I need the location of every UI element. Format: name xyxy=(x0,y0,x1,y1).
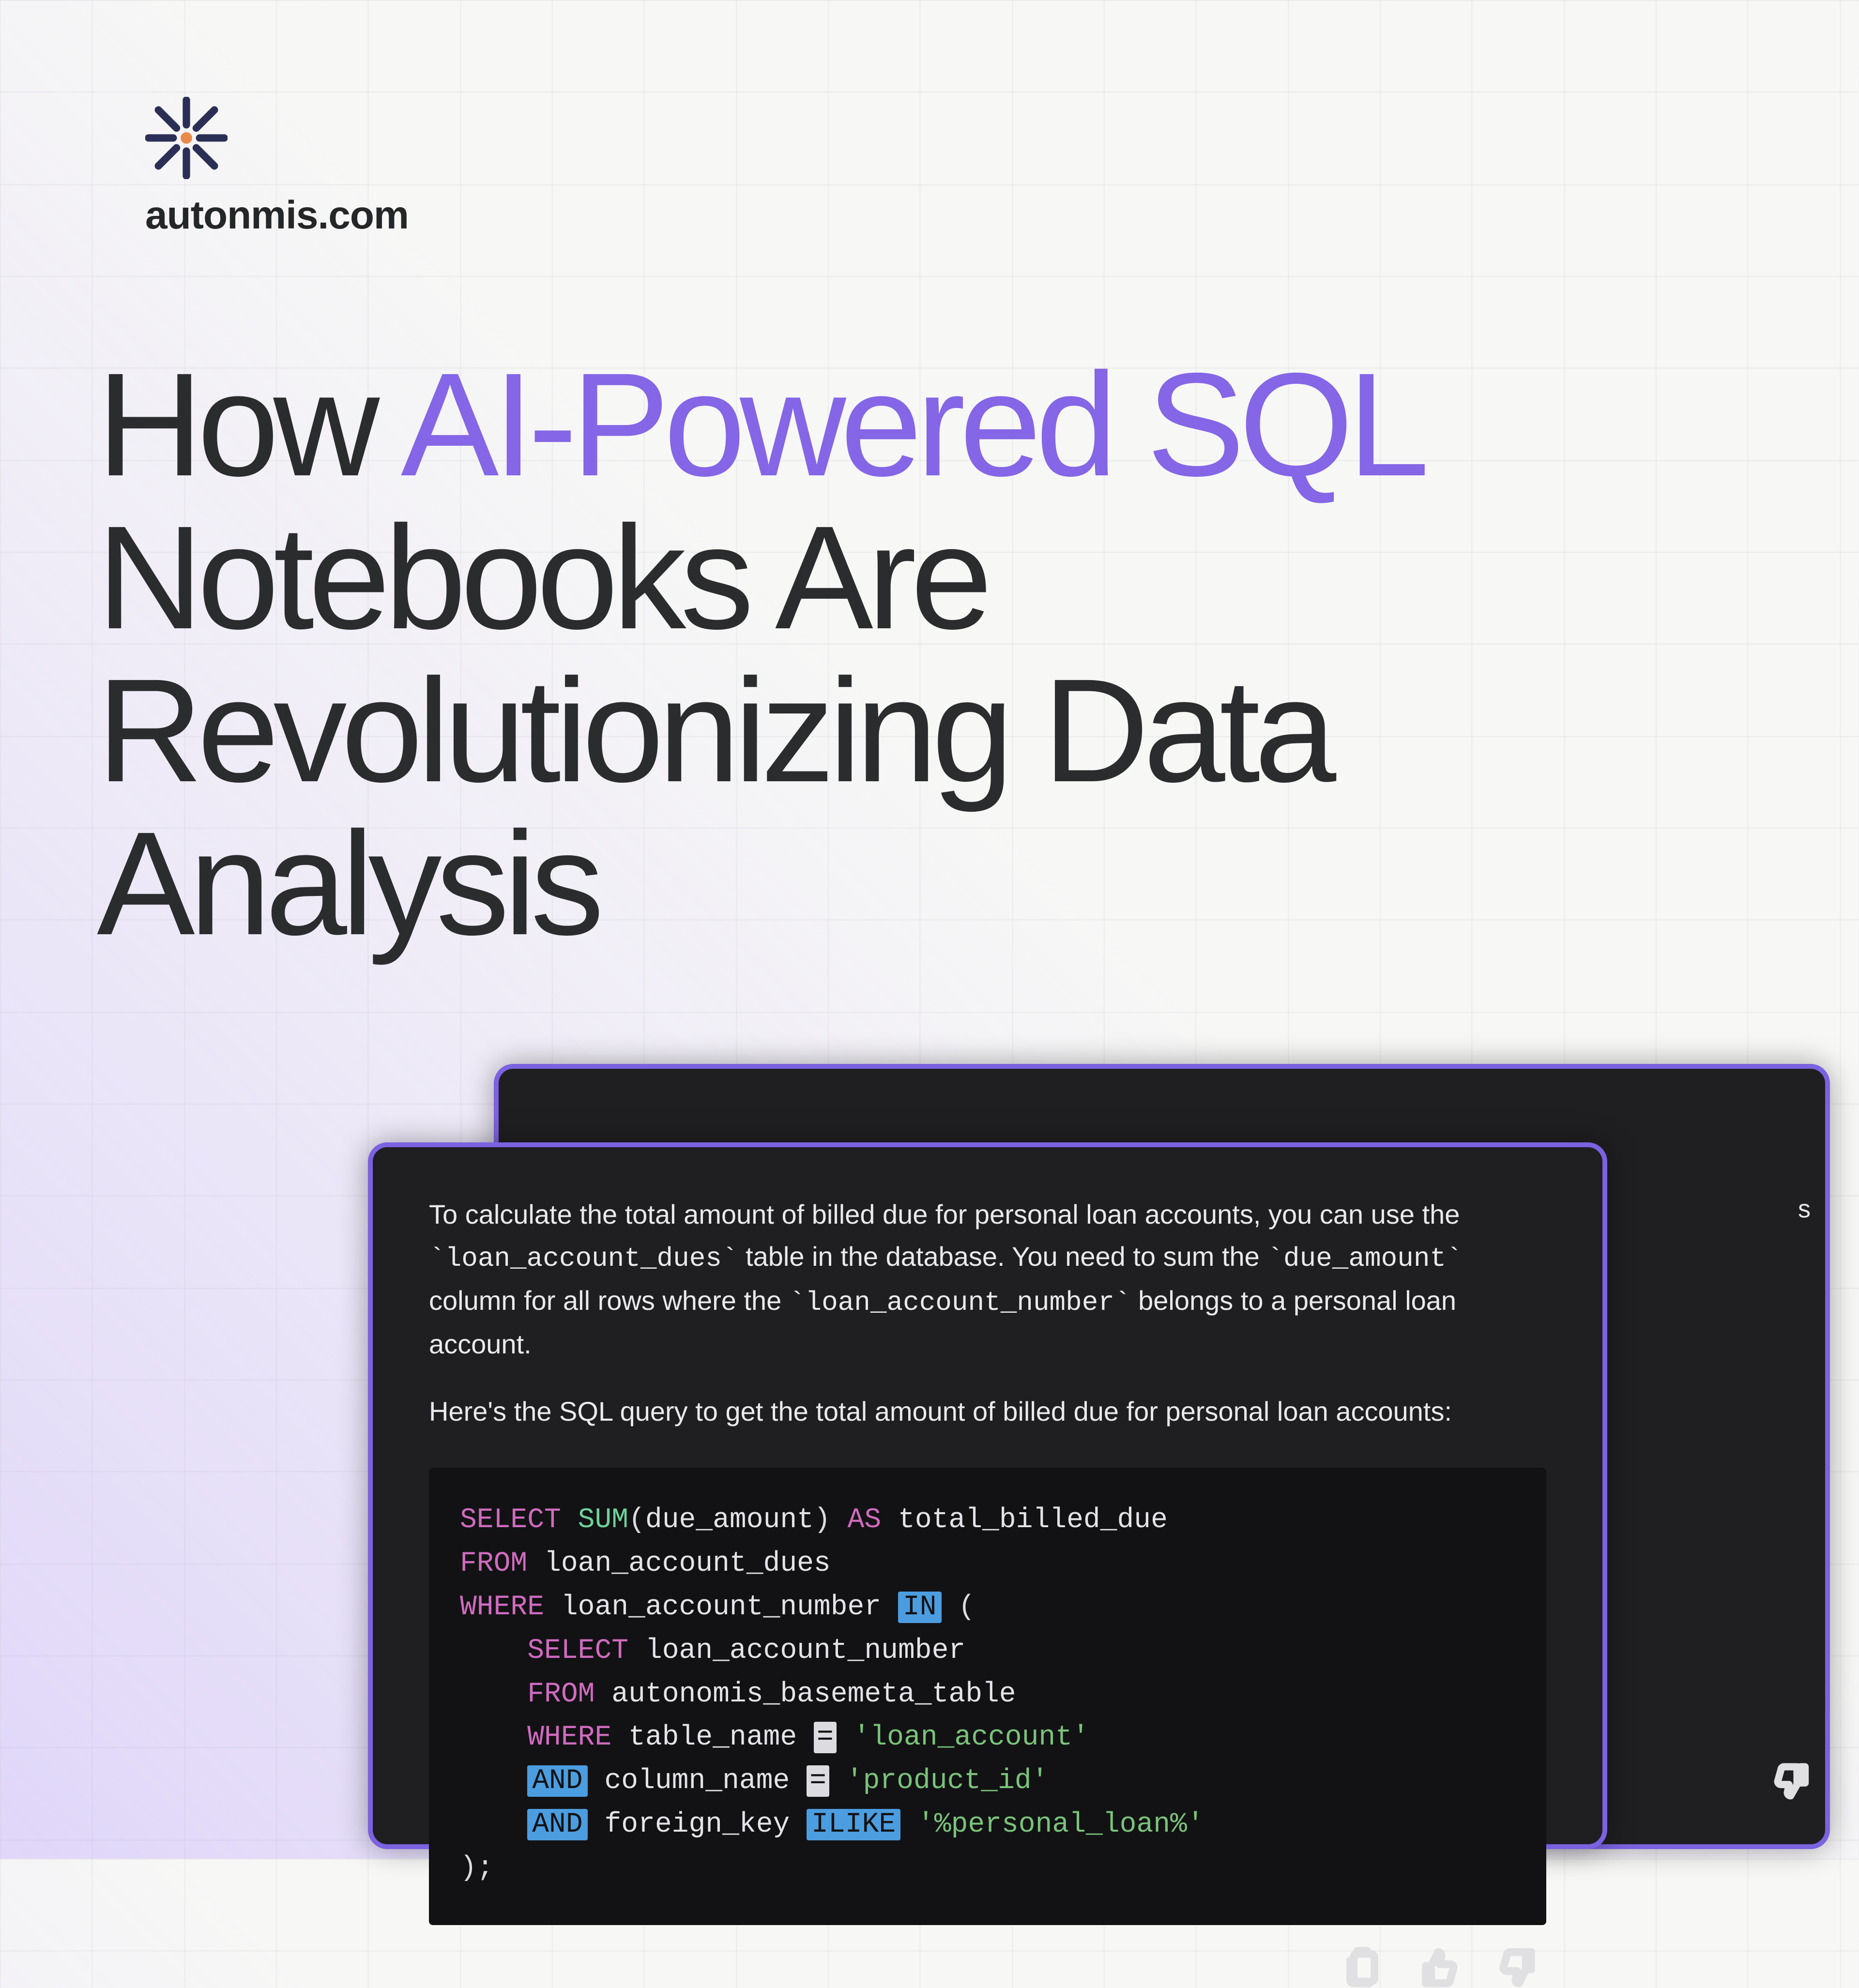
brand-block: autonmis.com xyxy=(145,97,409,238)
headline-rest: Notebooks Are Revolutionizing Data Analy… xyxy=(97,496,1330,966)
assistant-paragraph-1: To calculate the total amount of billed … xyxy=(429,1194,1546,1366)
p: ); xyxy=(460,1852,494,1884)
id: loan_account_number xyxy=(628,1635,965,1667)
message-actions xyxy=(429,1925,1546,1988)
assistant-paragraph-2: Here's the SQL query to get the total am… xyxy=(429,1391,1546,1433)
str: '%personal_loan%' xyxy=(900,1809,1204,1840)
p: ( xyxy=(628,1504,645,1536)
id: total_billed_due xyxy=(881,1504,1168,1536)
thumbs-up-icon xyxy=(1419,1947,1461,1988)
id: table_name xyxy=(611,1722,814,1753)
id: due_amount xyxy=(645,1504,814,1536)
text: column for all rows where the xyxy=(429,1285,789,1316)
clipboard-icon xyxy=(1341,1947,1383,1988)
inline-code: `loan_account_number` xyxy=(789,1287,1131,1318)
kw: WHERE xyxy=(527,1722,611,1753)
kw: FROM xyxy=(460,1548,527,1579)
kw: IN xyxy=(898,1592,942,1623)
notebook-card-front: To calculate the total amount of billed … xyxy=(368,1142,1607,1849)
copy-button[interactable] xyxy=(1339,1944,1386,1988)
op: = xyxy=(814,1722,837,1753)
inline-code: `due_amount` xyxy=(1267,1243,1462,1274)
thumbs-down-icon xyxy=(1773,1762,1812,1801)
p: ( xyxy=(942,1592,975,1623)
back-card-text-peek: s xyxy=(1798,1195,1811,1224)
thumbs-down-icon xyxy=(1496,1947,1538,1988)
id: autonomis_basemeta_table xyxy=(594,1679,1016,1710)
like-button[interactable] xyxy=(1417,1944,1463,1988)
id: loan_account_number xyxy=(544,1592,898,1623)
p: ) xyxy=(814,1504,848,1536)
headline-accent: AI-Powered SQL xyxy=(401,343,1418,507)
id: column_name xyxy=(588,1765,807,1797)
id: loan_account_dues xyxy=(527,1548,831,1579)
op: = xyxy=(807,1765,829,1797)
headline-pre: How xyxy=(97,343,401,507)
kw: AND xyxy=(527,1765,587,1797)
sql-code-block: SELECT SUM(due_amount) AS total_billed_d… xyxy=(429,1468,1546,1925)
text: To calculate the total amount of billed … xyxy=(429,1199,1460,1229)
kw: SELECT xyxy=(460,1504,561,1536)
inline-code: `loan_account_dues` xyxy=(429,1243,738,1274)
kw: SELECT xyxy=(527,1635,628,1667)
str: 'product_id' xyxy=(829,1765,1048,1797)
dislike-button[interactable] xyxy=(1494,1944,1540,1988)
text: table in the database. You need to sum t… xyxy=(738,1241,1267,1272)
fn: SUM xyxy=(578,1504,628,1536)
brand-label: autonmis.com xyxy=(145,193,409,238)
back-card-actions-peek xyxy=(1773,1762,1812,1801)
kw: AND xyxy=(527,1809,587,1840)
kw: AS xyxy=(848,1504,882,1536)
kw: FROM xyxy=(527,1679,594,1710)
brand-logo-icon xyxy=(145,97,228,179)
page-title: How AI-Powered SQL Notebooks Are Revolut… xyxy=(97,349,1762,961)
kw: ILIKE xyxy=(807,1809,900,1840)
id: foreign_key xyxy=(588,1809,807,1840)
kw: WHERE xyxy=(460,1592,544,1623)
str: 'loan_account' xyxy=(837,1722,1089,1753)
